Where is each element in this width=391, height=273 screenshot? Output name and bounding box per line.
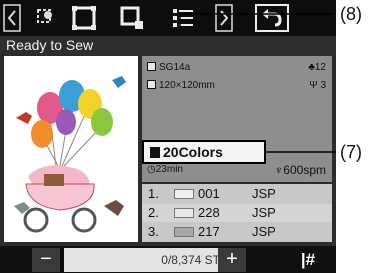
callout-label-8: (8) bbox=[340, 4, 362, 24]
callout-label-7: (7) bbox=[340, 142, 362, 162]
callout-lines bbox=[179, 13, 336, 153]
